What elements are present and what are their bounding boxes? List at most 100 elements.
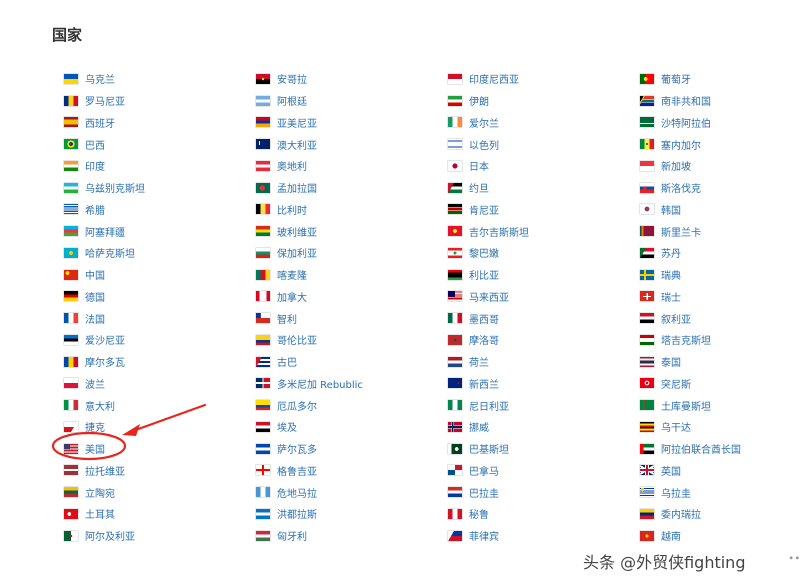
- country-link-no[interactable]: 挪威: [448, 416, 640, 438]
- country-link-eg[interactable]: 埃及: [256, 416, 448, 438]
- country-link-uz[interactable]: 乌兹别克斯坦: [64, 177, 256, 199]
- country-link-za[interactable]: 南非共和国: [640, 90, 800, 112]
- country-link-ke[interactable]: 肯尼亚: [448, 199, 640, 221]
- country-label: 爱沙尼亚: [85, 336, 125, 348]
- country-link-sg[interactable]: 新加坡: [640, 155, 800, 177]
- country-link-th[interactable]: 泰国: [640, 351, 800, 373]
- country-link-ir[interactable]: 伊朗: [448, 90, 640, 112]
- country-link-gb[interactable]: 英国: [640, 460, 800, 482]
- country-link-ae[interactable]: 阿拉伯联合酋长国: [640, 438, 800, 460]
- country-link-sn[interactable]: 塞内加尔: [640, 133, 800, 155]
- country-link-md[interactable]: 摩尔多瓦: [64, 351, 256, 373]
- country-link-do[interactable]: 多米尼加 Rebublic: [256, 373, 448, 395]
- country-link-nl[interactable]: 荷兰: [448, 351, 640, 373]
- country-link-cn[interactable]: 中国: [64, 264, 256, 286]
- country-link-se[interactable]: 瑞典: [640, 264, 800, 286]
- country-link-pa[interactable]: 巴拿马: [448, 460, 640, 482]
- country-link-ph[interactable]: 菲律宾: [448, 525, 640, 547]
- country-link-cu[interactable]: 古巴: [256, 351, 448, 373]
- country-link-bo[interactable]: 玻利维亚: [256, 220, 448, 242]
- country-link-es[interactable]: 西班牙: [64, 112, 256, 134]
- country-link-au[interactable]: 澳大利亚: [256, 133, 448, 155]
- country-link-cm[interactable]: 喀麦隆: [256, 264, 448, 286]
- country-link-lk[interactable]: 斯里兰卡: [640, 220, 800, 242]
- country-label: 埃及: [277, 423, 297, 435]
- country-link-ma[interactable]: 摩洛哥: [448, 329, 640, 351]
- country-link-us[interactable]: 美国: [64, 438, 256, 460]
- country-link-jp[interactable]: 日本: [448, 155, 640, 177]
- flag-az-icon: [64, 226, 78, 237]
- country-label: 安哥拉: [277, 75, 307, 87]
- country-link-nz[interactable]: 新西兰: [448, 373, 640, 395]
- country-link-pt[interactable]: 葡萄牙: [640, 68, 800, 90]
- country-link-il[interactable]: 以色列: [448, 133, 640, 155]
- country-link-tj[interactable]: 塔吉克斯坦: [640, 329, 800, 351]
- country-link-br[interactable]: 巴西: [64, 133, 256, 155]
- country-link-ly[interactable]: 利比亚: [448, 264, 640, 286]
- country-link-dz[interactable]: 阿尔及利亚: [64, 525, 256, 547]
- flag-ua-icon: [64, 73, 78, 84]
- country-link-ve[interactable]: 委内瑞拉: [640, 503, 800, 525]
- country-link-py[interactable]: 巴拉圭: [448, 481, 640, 503]
- country-link-ar[interactable]: 阿根廷: [256, 90, 448, 112]
- country-link-tm[interactable]: 土库曼斯坦: [640, 394, 800, 416]
- country-link-sy[interactable]: 叙利亚: [640, 307, 800, 329]
- country-link-lv[interactable]: 拉托维亚: [64, 460, 256, 482]
- country-link-tn[interactable]: 突尼斯: [640, 373, 800, 395]
- country-link-sk[interactable]: 斯洛伐克: [640, 177, 800, 199]
- country-link-be[interactable]: 比利时: [256, 199, 448, 221]
- country-link-lb[interactable]: 黎巴嫩: [448, 242, 640, 264]
- country-link-at[interactable]: 奥地利: [256, 155, 448, 177]
- country-link-fr[interactable]: 法国: [64, 307, 256, 329]
- country-link-lt[interactable]: 立陶宛: [64, 481, 256, 503]
- country-link-am[interactable]: 亚美尼亚: [256, 112, 448, 134]
- country-link-vn[interactable]: 越南: [640, 525, 800, 547]
- country-link-id[interactable]: 印度尼西亚: [448, 68, 640, 90]
- country-link-in[interactable]: 印度: [64, 155, 256, 177]
- country-link-ec[interactable]: 厄瓜多尔: [256, 394, 448, 416]
- country-link-ch[interactable]: 瑞士: [640, 286, 800, 308]
- country-link-ge[interactable]: 格鲁吉亚: [256, 460, 448, 482]
- country-link-kz[interactable]: 哈萨克斯坦: [64, 242, 256, 264]
- country-link-pk[interactable]: 巴基斯坦: [448, 438, 640, 460]
- country-link-it[interactable]: 意大利: [64, 394, 256, 416]
- country-label: 立陶宛: [85, 488, 115, 500]
- country-label: 塔吉克斯坦: [661, 336, 711, 348]
- country-link-jo[interactable]: 约旦: [448, 177, 640, 199]
- country-link-az[interactable]: 阿塞拜疆: [64, 220, 256, 242]
- country-link-hn[interactable]: 洪都拉斯: [256, 503, 448, 525]
- country-link-sd[interactable]: 苏丹: [640, 242, 800, 264]
- country-link-mx[interactable]: 墨西哥: [448, 307, 640, 329]
- country-link-ie[interactable]: 爱尔兰: [448, 112, 640, 134]
- country-link-ee[interactable]: 爱沙尼亚: [64, 329, 256, 351]
- country-link-sv[interactable]: 萨尔瓦多: [256, 438, 448, 460]
- country-link-bd[interactable]: 孟加拉国: [256, 177, 448, 199]
- country-link-pe[interactable]: 秘鲁: [448, 503, 640, 525]
- country-link-de[interactable]: 德国: [64, 286, 256, 308]
- country-link-ro[interactable]: 罗马尼亚: [64, 90, 256, 112]
- country-link-ng[interactable]: 尼日利亚: [448, 394, 640, 416]
- flag-gr-icon: [64, 204, 78, 215]
- country-link-tr[interactable]: 土耳其: [64, 503, 256, 525]
- country-label: 匈牙利: [277, 532, 307, 544]
- country-link-cl[interactable]: 智利: [256, 307, 448, 329]
- country-link-gr[interactable]: 希腊: [64, 199, 256, 221]
- country-link-ca[interactable]: 加拿大: [256, 286, 448, 308]
- country-link-ao[interactable]: 安哥拉: [256, 68, 448, 90]
- country-link-pl[interactable]: 波兰: [64, 373, 256, 395]
- flag-do-icon: [256, 378, 270, 389]
- country-label: 孟加拉国: [277, 184, 317, 196]
- country-link-cz[interactable]: 捷克: [64, 416, 256, 438]
- flag-tm-icon: [640, 400, 654, 411]
- country-link-co[interactable]: 哥伦比亚: [256, 329, 448, 351]
- country-link-sa[interactable]: 沙特阿拉伯: [640, 112, 800, 134]
- country-link-uy[interactable]: 乌拉圭: [640, 481, 800, 503]
- country-link-kg[interactable]: 吉尔吉斯斯坦: [448, 220, 640, 242]
- country-link-my[interactable]: 马来西亚: [448, 286, 640, 308]
- country-link-ug[interactable]: 乌干达: [640, 416, 800, 438]
- country-link-gt[interactable]: 危地马拉: [256, 481, 448, 503]
- country-link-bg[interactable]: 保加利亚: [256, 242, 448, 264]
- country-link-kr[interactable]: 韩国: [640, 199, 800, 221]
- country-link-hu[interactable]: 匈牙利: [256, 525, 448, 547]
- country-link-ua[interactable]: 乌克兰: [64, 68, 256, 90]
